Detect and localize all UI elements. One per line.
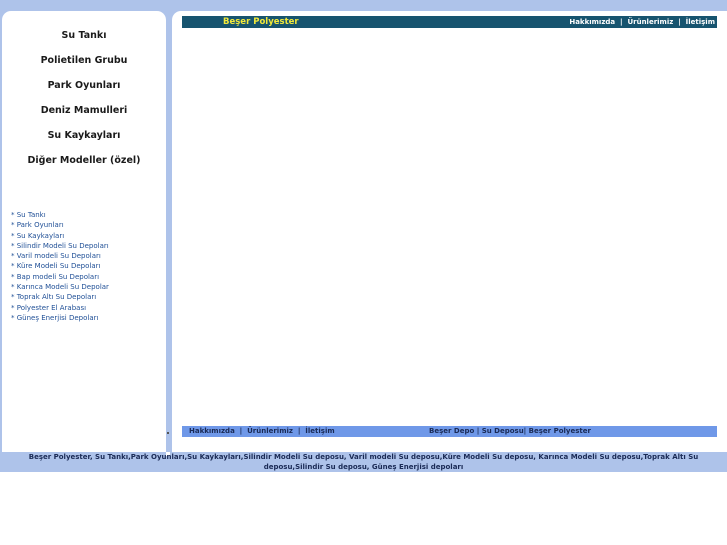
sidebar-link[interactable]: * Toprak Altı Su Depoları: [11, 292, 166, 302]
sidebar-item-deniz-mamulleri[interactable]: Deniz Mamulleri: [2, 98, 166, 123]
nav-separator: |: [620, 18, 623, 26]
sidebar: Su Tankı Polietilen Grubu Park Oyunları …: [2, 11, 166, 452]
sidebar-link[interactable]: * Polyester El Arabası: [11, 303, 166, 313]
bottom-link-urunlerimiz[interactable]: Ürünlerimiz: [247, 427, 293, 435]
nav-separator: |: [297, 427, 301, 435]
main-content: [172, 11, 727, 452]
sidebar-link-list: * Su Tankı * Park Oyunları * Su Kaykayla…: [11, 210, 166, 323]
bottom-credit: Beşer Depo | Su Deposu| Beşer Polyester: [429, 427, 591, 435]
nav-link-urunlerimiz[interactable]: Ürünlerimiz: [627, 18, 673, 26]
sidebar-menu: Su Tankı Polietilen Grubu Park Oyunları …: [2, 23, 166, 173]
sidebar-item-polietilen-grubu[interactable]: Polietilen Grubu: [2, 48, 166, 73]
sidebar-link[interactable]: * Su Kaykayları: [11, 231, 166, 241]
header-nav: Hakkımızda | Ürünlerimiz | İletişim: [569, 16, 715, 28]
nav-link-iletisim[interactable]: İletişim: [686, 18, 715, 26]
header-bar: Beşer Polyester Hakkımızda | Ürünlerimiz…: [182, 16, 717, 28]
bottom-link-hakkimizda[interactable]: Hakkımızda: [189, 427, 235, 435]
sidebar-link[interactable]: * Park Oyunları: [11, 220, 166, 230]
sidebar-link[interactable]: * Güneş Enerjisi Depoları: [11, 313, 166, 323]
sidebar-item-diger-modeller[interactable]: Diğer Modeller (özel): [2, 148, 166, 173]
brand-title: Beşer Polyester: [223, 17, 299, 27]
sidebar-item-su-kaykaylari[interactable]: Su Kaykayları: [2, 123, 166, 148]
bottom-bar: Hakkımızda | Ürünlerimiz | İletişim Beşe…: [182, 426, 717, 437]
sidebar-link[interactable]: * Su Tankı: [11, 210, 166, 220]
decorative-dot: [167, 432, 169, 434]
sidebar-item-su-tanki[interactable]: Su Tankı: [2, 23, 166, 48]
nav-link-hakkimizda[interactable]: Hakkımızda: [569, 18, 615, 26]
sidebar-link[interactable]: * Küre Modeli Su Depoları: [11, 261, 166, 271]
sidebar-link[interactable]: * Silindir Modeli Su Depoları: [11, 241, 166, 251]
nav-separator: |: [678, 18, 681, 26]
footer-keywords: Beşer Polyester, Su Tankı,Park Oyunları,…: [28, 453, 699, 471]
sidebar-link[interactable]: * Bap modeli Su Depoları: [11, 272, 166, 282]
bottom-link-iletisim[interactable]: İletişim: [305, 427, 334, 435]
bottom-nav: Hakkımızda | Ürünlerimiz | İletişim: [189, 426, 335, 437]
sidebar-item-park-oyunlari[interactable]: Park Oyunları: [2, 73, 166, 98]
sidebar-link[interactable]: * Karınca Modeli Su Depolar: [11, 282, 166, 292]
sidebar-link[interactable]: * Varil modeli Su Depoları: [11, 251, 166, 261]
nav-separator: |: [239, 427, 243, 435]
